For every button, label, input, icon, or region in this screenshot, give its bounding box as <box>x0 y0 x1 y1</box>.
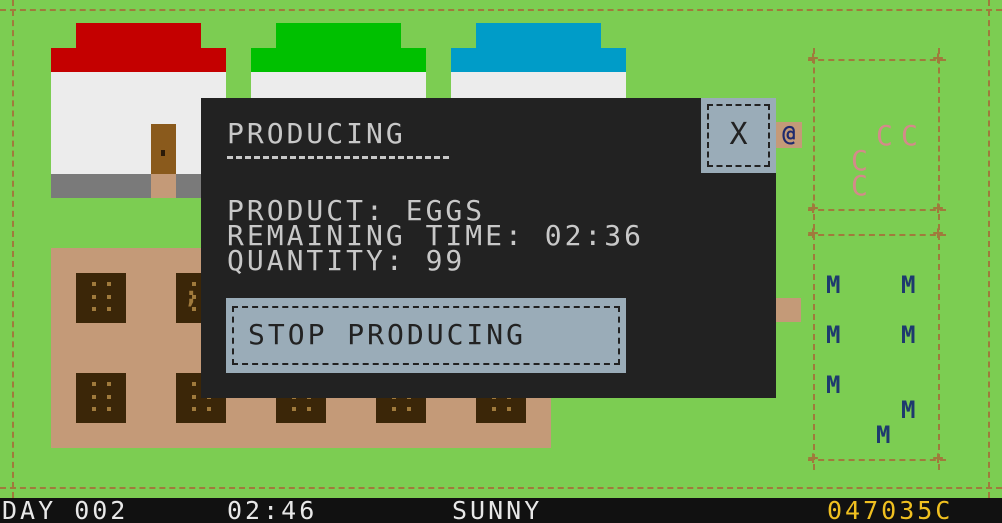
fence-post: + <box>932 48 944 69</box>
green-house-roof-base <box>251 48 426 72</box>
title-underline <box>227 156 449 159</box>
producing-dialog: PRODUCING PRODUCT: EGGS REMAINING TIME: … <box>201 98 776 398</box>
crop-sprout: ; <box>184 281 199 309</box>
fence-post: + <box>932 198 944 219</box>
cow[interactable]: M <box>901 323 915 347</box>
fence-post: + <box>807 48 819 69</box>
fence-post: + <box>932 223 944 244</box>
fence-post: + <box>807 198 819 219</box>
red-house-door[interactable] <box>151 124 176 174</box>
red-house-wall <box>51 72 226 174</box>
coop-fence-right <box>938 48 940 220</box>
crop-plot[interactable] <box>76 373 126 423</box>
blue-house-roof-base <box>451 48 626 72</box>
fence-bottom <box>0 487 1002 489</box>
chicken[interactable]: C <box>851 172 868 200</box>
stop-producing-button[interactable]: STOP PRODUCING <box>226 298 626 373</box>
cow[interactable]: M <box>901 273 915 297</box>
cow[interactable]: M <box>876 423 890 447</box>
close-icon: X <box>729 117 748 152</box>
fence-post: + <box>807 448 819 469</box>
pasture-fence-top <box>808 234 946 236</box>
cow[interactable]: M <box>826 323 840 347</box>
fence-post: + <box>932 448 944 469</box>
day-counter: DAY 002 <box>2 496 129 523</box>
crop-plot[interactable] <box>76 273 126 323</box>
blue-house-roof <box>476 23 601 49</box>
fence-post: + <box>807 223 819 244</box>
red-house-roof-base <box>51 48 226 72</box>
green-house-roof <box>276 23 401 49</box>
fence-left <box>12 0 14 498</box>
fence-right <box>988 0 990 498</box>
dialog-title: PRODUCING <box>227 117 406 150</box>
chicken[interactable]: C <box>876 122 893 150</box>
path-tile <box>776 298 801 322</box>
status-bar: DAY 002 02:46 SUNNY 047035C <box>0 498 1002 523</box>
cow[interactable]: M <box>901 398 915 422</box>
red-house-roof <box>76 23 201 49</box>
fence-top <box>0 9 1002 11</box>
coop-fence-left <box>813 48 815 220</box>
clock: 02:46 <box>227 496 318 523</box>
stop-producing-label: STOP PRODUCING <box>248 318 527 351</box>
pasture-fence-right <box>938 224 940 470</box>
coop-fence-top <box>808 59 946 61</box>
pasture-fence-left <box>813 224 815 470</box>
money-counter: 047035C <box>827 496 954 523</box>
cow[interactable]: M <box>826 373 840 397</box>
coop-fence-bottom <box>808 209 946 211</box>
pasture-fence-bottom <box>808 459 946 461</box>
weather: SUNNY <box>452 496 543 523</box>
red-house-foundation <box>51 174 226 198</box>
quantity-line: QUANTITY: 99 <box>227 244 466 277</box>
doorstep-tile <box>151 174 176 198</box>
player-character: @ <box>776 122 802 148</box>
chicken[interactable]: C <box>901 122 918 150</box>
cow[interactable]: M <box>826 273 840 297</box>
close-button[interactable]: X <box>701 98 776 173</box>
